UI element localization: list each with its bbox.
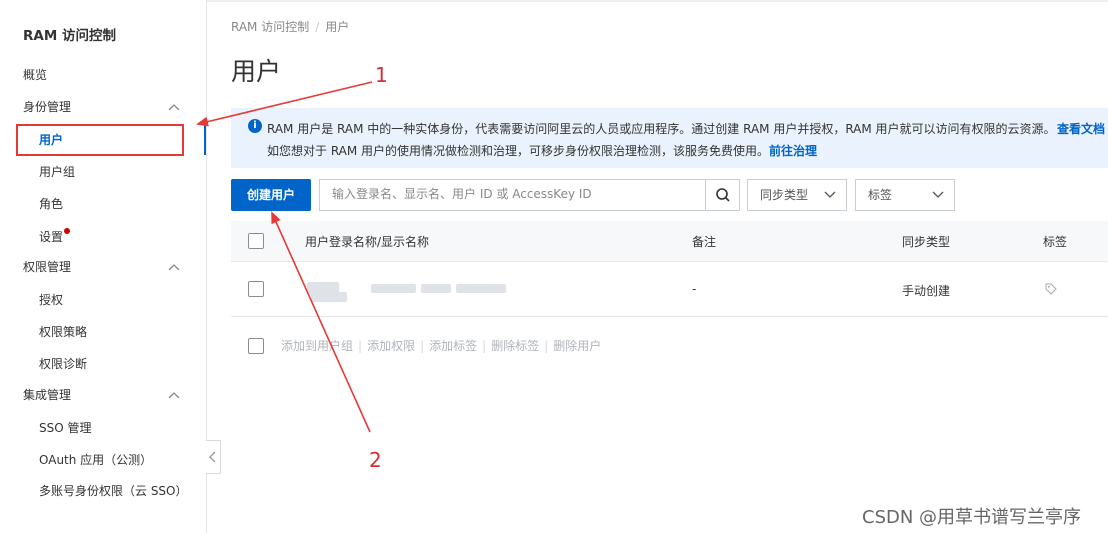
annotation-number-2: 2	[369, 448, 382, 472]
annotation-arrow-2	[271, 211, 371, 433]
annotation-number-1: 1	[375, 63, 388, 87]
annotation-arrows	[196, 81, 373, 433]
annotation-arrow-1	[196, 81, 373, 127]
